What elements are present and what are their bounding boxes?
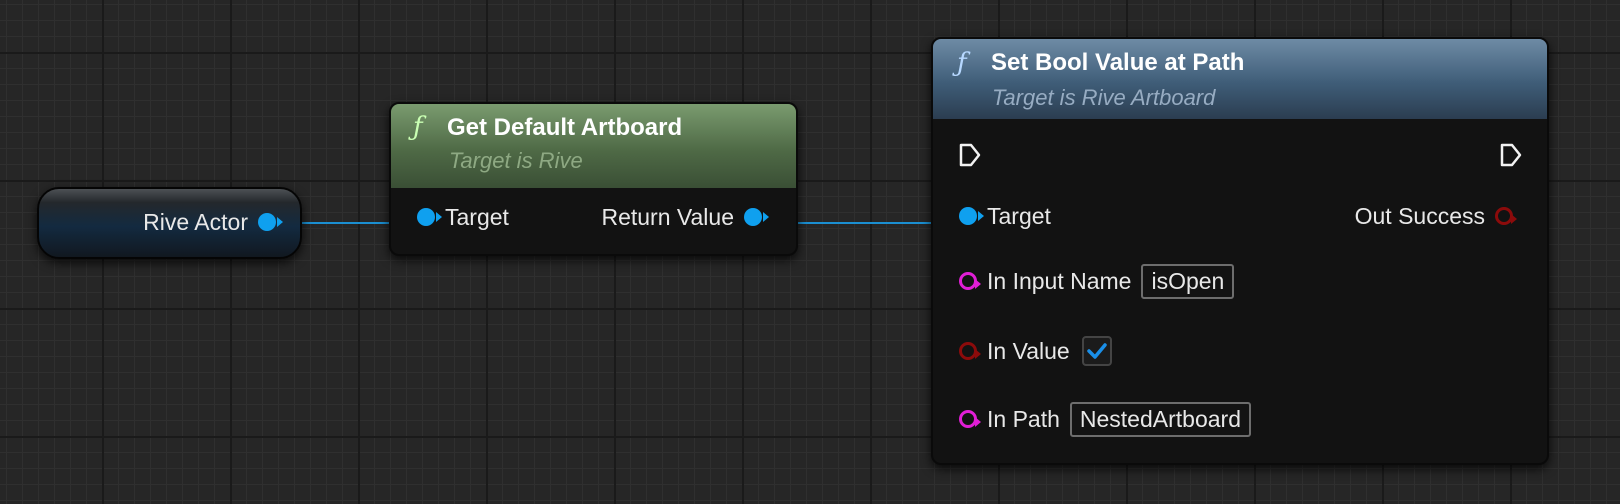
node-subtitle: Target is Rive: [449, 148, 583, 173]
node-header: ƒ Set Bool Value at Path Target is Rive …: [933, 39, 1547, 119]
target-label: Target: [445, 203, 509, 230]
rive-actor-output-pin[interactable]: Rive Actor: [143, 205, 283, 239]
node-header: ƒ Get Default Artboard Target is Rive: [391, 104, 796, 188]
in-value-checkbox[interactable]: [1081, 336, 1112, 366]
target-input-pin[interactable]: Target: [959, 199, 1051, 233]
in-input-name-field[interactable]: isOpen: [1141, 263, 1235, 299]
string-pin-icon[interactable]: [959, 410, 981, 428]
exec-pin-icon[interactable]: [1499, 142, 1523, 168]
checkmark-icon: [1086, 343, 1107, 359]
exec-pin-icon[interactable]: [958, 142, 982, 168]
in-path-field[interactable]: NestedArtboard: [1069, 401, 1251, 437]
exec-output-pin[interactable]: [1499, 138, 1523, 172]
in-value-pin[interactable]: In Value: [959, 334, 1112, 368]
return-value-output-pin[interactable]: Return Value: [601, 200, 769, 234]
bool-pin-icon[interactable]: [1495, 207, 1517, 225]
out-success-output-pin[interactable]: Out Success: [1354, 199, 1517, 233]
bool-pin-icon[interactable]: [959, 342, 981, 360]
object-pin-icon[interactable]: [417, 208, 442, 226]
node-title: Get Default Artboard: [447, 114, 683, 141]
function-icon: ƒ: [413, 112, 423, 142]
target-label: Target: [987, 202, 1051, 229]
node-title: Set Bool Value at Path: [991, 49, 1245, 76]
in-value-label: In Value: [987, 337, 1070, 364]
object-pin-icon[interactable]: [959, 207, 984, 225]
in-path-label: In Path: [987, 405, 1060, 432]
object-pin-icon[interactable]: [744, 208, 769, 226]
string-pin-icon[interactable]: [959, 272, 981, 290]
in-path-pin[interactable]: In Path NestedArtboard: [959, 401, 1251, 437]
object-pin-icon[interactable]: [258, 213, 283, 231]
node-subtitle: Target is Rive Artboard: [992, 85, 1216, 110]
get-default-artboard-node[interactable]: ƒ Get Default Artboard Target is Rive Ta…: [389, 102, 798, 256]
in-input-name-pin[interactable]: In Input Name isOpen: [959, 263, 1235, 299]
set-bool-value-at-path-node[interactable]: ƒ Set Bool Value at Path Target is Rive …: [931, 37, 1549, 465]
function-icon: ƒ: [957, 48, 967, 78]
rive-actor-label: Rive Actor: [143, 208, 248, 235]
out-success-label: Out Success: [1354, 202, 1485, 229]
return-value-label: Return Value: [601, 203, 734, 230]
rive-actor-node[interactable]: Rive Actor: [37, 187, 302, 259]
exec-input-pin[interactable]: [958, 138, 982, 172]
target-input-pin[interactable]: Target: [417, 200, 509, 234]
in-input-name-label: In Input Name: [987, 267, 1132, 294]
